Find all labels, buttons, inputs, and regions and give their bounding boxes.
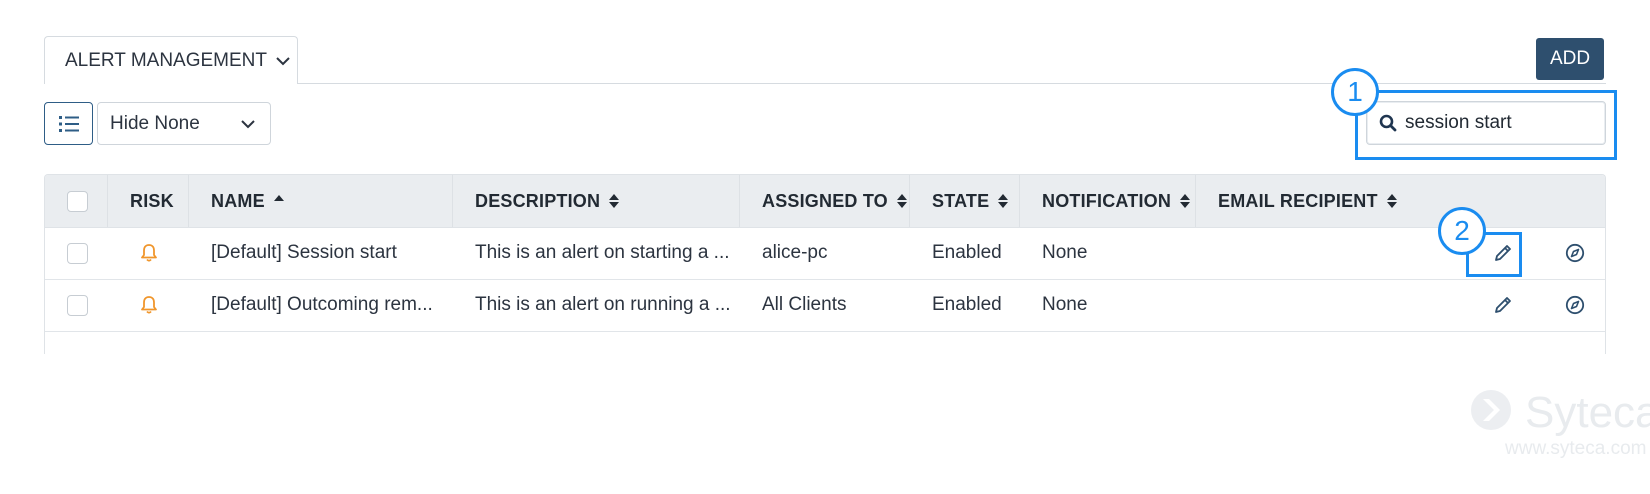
callout-badge-1: 1 bbox=[1331, 68, 1379, 116]
list-view-button[interactable] bbox=[44, 102, 93, 145]
bell-icon bbox=[140, 296, 157, 314]
name-cell: [Default] Outcoming rem... bbox=[211, 294, 433, 315]
header-email-recipient[interactable]: EMAIL RECIPIENT bbox=[1196, 175, 1605, 227]
sort-icon bbox=[896, 194, 907, 208]
table-header: RISK NAME DESCRIPTION ASSIGNED TO STATE … bbox=[45, 175, 1605, 228]
row-checkbox-cell bbox=[45, 227, 88, 279]
row-checkbox[interactable] bbox=[67, 294, 88, 316]
row-checkbox[interactable] bbox=[67, 242, 88, 264]
description-cell: This is an alert on running a ... bbox=[475, 294, 731, 315]
select-all-checkbox[interactable] bbox=[67, 190, 88, 212]
chevron-down-icon bbox=[241, 120, 255, 129]
header-assigned-to[interactable]: ASSIGNED TO bbox=[740, 175, 910, 227]
hide-filter-select[interactable]: Hide None bbox=[97, 102, 271, 145]
chevron-down-icon bbox=[276, 56, 290, 65]
sort-icon bbox=[1180, 194, 1191, 208]
watermark-brand: Syteca bbox=[1525, 388, 1650, 437]
tab-divider bbox=[298, 83, 1606, 84]
add-button[interactable]: ADD bbox=[1536, 38, 1604, 80]
syteca-logo-icon bbox=[1471, 390, 1511, 430]
header-state[interactable]: STATE bbox=[910, 175, 1020, 227]
tab-alert-management[interactable]: ALERT MANAGEMENT bbox=[44, 36, 298, 84]
header-name[interactable]: NAME bbox=[189, 175, 453, 227]
search-input[interactable] bbox=[1405, 112, 1585, 134]
sort-icon bbox=[1386, 194, 1397, 208]
watermark-url: www.syteca.com bbox=[1505, 438, 1647, 459]
state-cell: Enabled bbox=[932, 294, 1002, 315]
risk-cell bbox=[108, 279, 189, 331]
pencil-icon bbox=[1495, 297, 1511, 313]
list-icon bbox=[58, 115, 79, 132]
callout-badge-2: 2 bbox=[1438, 207, 1486, 255]
risk-cell bbox=[108, 227, 189, 279]
state-cell: Enabled bbox=[932, 242, 1002, 263]
bell-icon bbox=[140, 244, 157, 262]
header-notification[interactable]: NOTIFICATION bbox=[1020, 175, 1196, 227]
row-checkbox-cell bbox=[45, 279, 88, 331]
tab-label: ALERT MANAGEMENT bbox=[65, 49, 268, 71]
notification-cell: None bbox=[1042, 294, 1088, 315]
email-recipient-cell bbox=[1196, 279, 1218, 331]
sort-ascending-icon bbox=[273, 195, 284, 201]
search-icon bbox=[1379, 114, 1397, 132]
compass-icon bbox=[1565, 243, 1585, 263]
name-cell: [Default] Session start bbox=[211, 242, 397, 263]
header-select-all bbox=[45, 175, 108, 227]
edit-button[interactable] bbox=[1483, 279, 1523, 331]
view-details-button[interactable] bbox=[1555, 279, 1595, 331]
table-row[interactable]: [Default] Outcoming rem... This is an al… bbox=[45, 279, 1605, 332]
alerts-table: RISK NAME DESCRIPTION ASSIGNED TO STATE … bbox=[44, 174, 1606, 354]
notification-cell: None bbox=[1042, 242, 1088, 263]
search-field[interactable] bbox=[1366, 101, 1606, 145]
description-cell: This is an alert on starting a ... bbox=[475, 242, 730, 263]
compass-icon bbox=[1565, 295, 1585, 315]
sort-icon bbox=[609, 194, 620, 208]
table-row[interactable]: [Default] Session start This is an alert… bbox=[45, 227, 1605, 280]
header-description[interactable]: DESCRIPTION bbox=[453, 175, 740, 227]
email-recipient-cell bbox=[1196, 227, 1218, 279]
view-details-button[interactable] bbox=[1555, 227, 1595, 279]
filter-select-value: Hide None bbox=[110, 112, 200, 134]
header-risk[interactable]: RISK bbox=[108, 175, 189, 227]
assigned-to-cell: All Clients bbox=[762, 294, 847, 315]
sort-icon bbox=[998, 194, 1009, 208]
assigned-to-cell: alice-pc bbox=[762, 242, 828, 263]
